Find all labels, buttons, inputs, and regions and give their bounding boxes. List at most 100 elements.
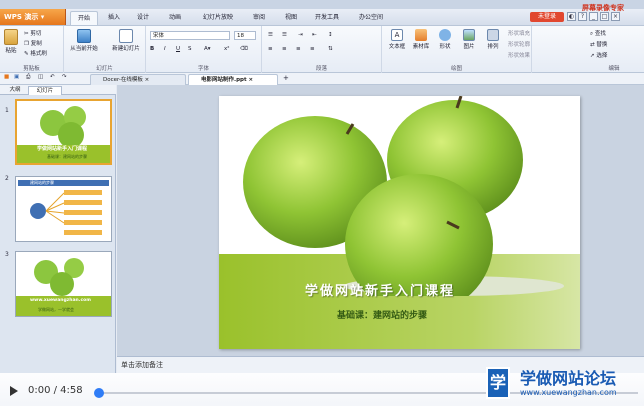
app-title: WPS 演示 xyxy=(4,13,39,21)
edit-group-label: 编辑 xyxy=(608,66,620,72)
tab-outline[interactable]: 大纲 xyxy=(2,86,28,95)
tab-home[interactable]: 开始 xyxy=(70,11,98,25)
clear-format-icon[interactable]: ⌫ xyxy=(240,46,248,52)
new-slide-button[interactable]: 新建幻灯片 xyxy=(108,29,144,52)
help-icon[interactable]: ? xyxy=(578,12,587,21)
copy-label: 复制 xyxy=(30,41,42,47)
close-icon[interactable]: × xyxy=(145,77,150,83)
copy-button[interactable]: ❐ 复制 xyxy=(24,39,42,47)
font-color-button[interactable]: A▾ xyxy=(204,46,211,52)
tab-slideshow[interactable]: 幻灯片放映 xyxy=(198,11,238,25)
slide-title[interactable]: 学做网站新手入门课程 xyxy=(305,280,565,299)
align-right-icon[interactable]: ≡ xyxy=(296,46,301,52)
tab-insert[interactable]: 插入 xyxy=(103,11,125,25)
close-icon[interactable]: × xyxy=(611,12,620,21)
paragraph-group: ☰ ☰ ⇥ ⇤ ↕ ≡ ≡ ≡ ≡ ⇅ 段落 xyxy=(262,26,382,73)
justify-icon[interactable]: ≡ xyxy=(310,46,315,52)
material-button[interactable]: 素材库 xyxy=(410,29,432,50)
select-label: 选择 xyxy=(596,53,608,59)
new-slide-icon xyxy=(119,29,133,43)
restore-icon[interactable]: □ xyxy=(600,12,609,21)
font-name-select[interactable]: 宋体 xyxy=(150,31,230,40)
numbering-icon[interactable]: ☰ xyxy=(282,32,287,38)
slide-thumbnail-2[interactable]: 建网站的步骤 xyxy=(15,176,112,242)
panel-tabs: 大纲 幻灯片 xyxy=(0,85,116,95)
preview-icon[interactable]: ◫ xyxy=(38,74,43,80)
play-icon[interactable] xyxy=(10,386,18,396)
redo-icon[interactable]: ↷ xyxy=(62,74,67,80)
format-painter-label: 格式刷 xyxy=(30,51,47,57)
shape-effect-button[interactable]: 形状效果 xyxy=(508,51,530,59)
brush-icon: ✎ xyxy=(24,51,29,57)
slide-number: 2 xyxy=(5,175,9,182)
wps-app-button[interactable]: WPS 演示 ▾ xyxy=(0,9,66,25)
arrange-label: 排列 xyxy=(487,44,499,50)
find-button[interactable]: ⌕ 查找 xyxy=(590,29,606,38)
undo-icon[interactable]: ↶ xyxy=(50,74,55,80)
paste-button[interactable]: 粘贴 xyxy=(3,29,19,54)
replace-icon: ⇄ xyxy=(590,42,595,48)
bullets-icon[interactable]: ☰ xyxy=(268,32,273,38)
tab-design[interactable]: 设计 xyxy=(132,11,154,25)
shape-icon xyxy=(439,29,451,41)
edit-group: ⌕ 查找 ⇄ 替换 ➚ 选择 编辑 xyxy=(584,26,644,73)
slide-thumbnail-1[interactable]: 学做网站新手入门课程 基础课：建网站的步骤 xyxy=(15,99,112,165)
align-left-icon[interactable]: ≡ xyxy=(268,46,273,52)
line-spacing-icon[interactable]: ↕ xyxy=(328,32,333,38)
current-slide[interactable]: 学做网站新手入门课程 基础课：建网站的步骤 xyxy=(219,96,580,349)
doc-tab-ppt[interactable]: 电影网站制作.ppt × xyxy=(188,74,278,85)
arrange-button[interactable]: 排列 xyxy=(482,29,504,50)
bold-button[interactable]: B xyxy=(150,46,154,52)
doc-tab-label: Docer-在线模板 xyxy=(103,77,143,83)
text-direction-icon[interactable]: ⇅ xyxy=(328,46,333,52)
cut-label: 剪切 xyxy=(30,31,42,37)
underline-button[interactable]: U xyxy=(176,46,180,52)
recorder-brand: 屏幕录像专家 xyxy=(582,4,624,12)
tab-animation[interactable]: 动画 xyxy=(164,11,186,25)
align-center-icon[interactable]: ≡ xyxy=(282,46,287,52)
indent-icon[interactable]: ⇥ xyxy=(298,32,303,38)
tab-view[interactable]: 视图 xyxy=(280,11,302,25)
superscript-button[interactable]: x² xyxy=(224,46,229,52)
skin-icon[interactable]: ◐ xyxy=(567,12,576,21)
minimize-icon[interactable]: _ xyxy=(589,12,598,21)
picture-button[interactable]: 图片 xyxy=(458,29,480,50)
login-button[interactable]: 未登录 xyxy=(530,12,564,22)
paste-icon xyxy=(4,29,18,45)
apples-photo xyxy=(243,96,564,296)
title-strip xyxy=(0,0,644,9)
slide-number: 1 xyxy=(5,107,9,114)
strikethrough-button[interactable]: S xyxy=(188,46,192,52)
new-tab-icon[interactable]: + xyxy=(283,74,289,82)
from-start-button[interactable]: 从当前开始 xyxy=(66,29,102,52)
seek-knob[interactable] xyxy=(94,388,104,398)
outdent-icon[interactable]: ⇤ xyxy=(312,32,317,38)
thumb-title: www.xuewangzhan.com xyxy=(30,298,91,303)
tab-developer[interactable]: 开发工具 xyxy=(310,11,344,25)
slide-thumbnail-3[interactable]: www.xuewangzhan.com 学做网站，一学就会 xyxy=(15,251,112,317)
new-slide-label: 新建幻灯片 xyxy=(112,46,140,52)
cut-button[interactable]: ✂ 剪切 xyxy=(24,29,41,37)
shape-fill-button[interactable]: 形状填充 xyxy=(508,29,530,37)
paste-label: 粘贴 xyxy=(5,48,17,54)
slide-subtitle[interactable]: 基础课：建网站的步骤 xyxy=(337,308,537,321)
time-display: 0:00 / 4:58 xyxy=(28,385,83,396)
print-icon[interactable]: ⎙ xyxy=(26,74,30,81)
doc-tab-docer[interactable]: Docer-在线模板 × xyxy=(90,74,186,85)
select-button[interactable]: ➚ 选择 xyxy=(590,51,607,59)
thumb-title: 学做网站新手入门课程 xyxy=(37,146,88,152)
format-painter-button[interactable]: ✎ 格式刷 xyxy=(24,49,47,57)
textbox-button[interactable]: A 文本框 xyxy=(386,29,408,50)
tab-review[interactable]: 审阅 xyxy=(248,11,270,25)
shape-outline-button[interactable]: 形状轮廓 xyxy=(508,40,530,48)
close-icon[interactable]: × xyxy=(249,77,254,83)
open-folder-icon[interactable]: ■ xyxy=(4,74,9,80)
shape-button[interactable]: 形状 xyxy=(434,29,456,50)
slide-canvas: 学做网站新手入门课程 基础课：建网站的步骤 xyxy=(117,85,644,356)
italic-button[interactable]: I xyxy=(164,46,166,52)
save-icon[interactable]: ▣ xyxy=(14,74,19,80)
font-size-select[interactable]: 18 xyxy=(234,31,256,40)
replace-button[interactable]: ⇄ 替换 xyxy=(590,40,607,48)
tab-slides[interactable]: 幻灯片 xyxy=(28,86,62,95)
tab-office-space[interactable]: 办公空间 xyxy=(354,11,388,25)
